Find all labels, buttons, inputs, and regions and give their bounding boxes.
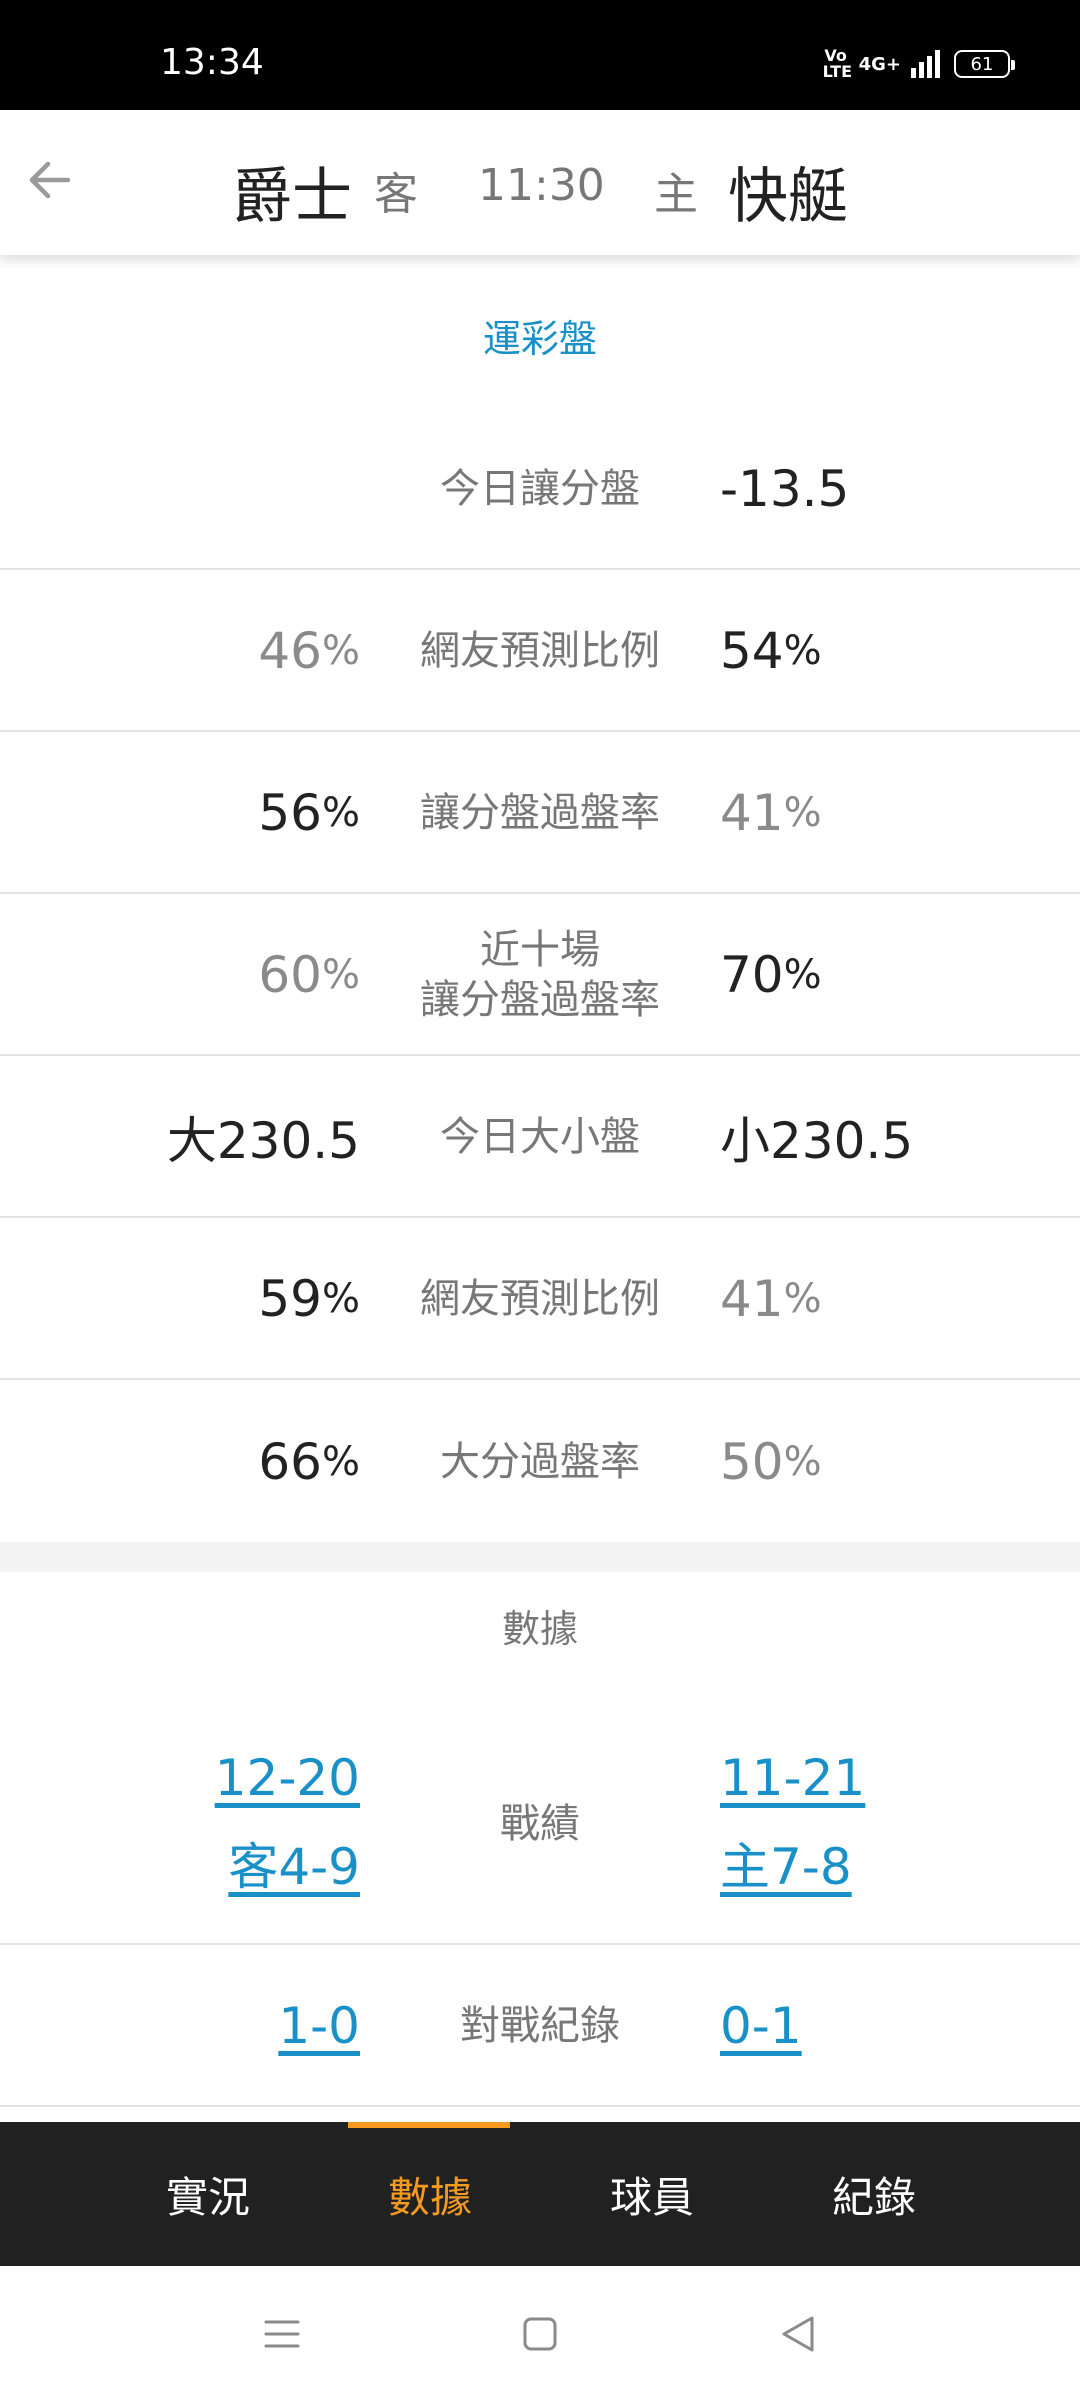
back-nav-button[interactable] (774, 2310, 822, 2358)
spread-label: 今日讓分盤 (440, 466, 640, 512)
spread-prediction-row: 46% 網友預測比例 54% (0, 572, 1080, 732)
match-header: 爵士 客 11:30 主 快艇 (0, 110, 1080, 255)
signal-icon (911, 50, 940, 78)
tab-data[interactable]: 數據 (350, 2122, 510, 2266)
active-tab-indicator (348, 2122, 510, 2128)
game-time: 11:30 (478, 160, 605, 211)
network-type-icon: 4G+ (858, 53, 901, 75)
away-team-name[interactable]: 爵士 (232, 148, 352, 235)
over-rate-label: 大分過盤率 (440, 1439, 640, 1485)
total-prediction-under: 41% (720, 1270, 822, 1328)
record-label: 戰績 (500, 1801, 580, 1847)
away-road-record-link[interactable]: 客4-9 (228, 1827, 360, 1899)
away-record-cell: 12-20 客4-9 (215, 1705, 360, 1943)
back-triangle-icon (782, 2316, 814, 2352)
home-record-link[interactable]: 11-21 (720, 1749, 865, 1807)
spread-prediction-home: 54% (720, 622, 822, 680)
spread-cover-home: 41% (720, 784, 822, 842)
home-h2h-cell: 0-1 (720, 1947, 802, 2105)
tab-records[interactable]: 紀錄 (794, 2122, 954, 2266)
status-icons: Vo LTE 4G+ 61 (822, 46, 1015, 81)
over-rate-home: 50% (720, 1433, 822, 1491)
back-arrow-icon (29, 161, 71, 199)
system-nav-bar (0, 2266, 1080, 2400)
over-rate-away: 66% (258, 1433, 360, 1491)
over-rate-row: 66% 大分過盤率 50% (0, 1382, 1080, 1542)
odds-section-title[interactable]: 運彩盤 (0, 308, 1080, 363)
tab-players[interactable]: 球員 (572, 2122, 732, 2266)
home-square-icon (523, 2317, 557, 2351)
spread-value: -13.5 (720, 460, 850, 518)
status-time: 13:34 (160, 42, 264, 83)
h2h-row: 1-0 對戰紀錄 0-1 (0, 1947, 1080, 2107)
last10-cover-label: 近十場 讓分盤過盤率 (390, 896, 690, 1054)
home-nav-button[interactable] (516, 2310, 564, 2358)
total-prediction-over: 59% (258, 1270, 360, 1328)
spread-cover-away: 56% (258, 784, 360, 842)
section-divider (0, 1542, 1080, 1572)
volte-icon: Vo LTE (822, 46, 852, 81)
last10-cover-home: 70% (720, 946, 822, 1004)
record-row: 12-20 客4-9 戰績 11-21 主7-8 (0, 1705, 1080, 1945)
total-prediction-label: 網友預測比例 (420, 1276, 660, 1322)
h2h-label: 對戰紀錄 (460, 2003, 620, 2049)
last10-label-line1: 近十場 (480, 927, 600, 973)
spread-prediction-away: 46% (258, 622, 360, 680)
tab-live[interactable]: 實況 (128, 2122, 288, 2266)
total-prediction-row: 59% 網友預測比例 41% (0, 1220, 1080, 1380)
data-section-title: 數據 (501, 1607, 578, 1651)
home-h2h-link[interactable]: 0-1 (720, 1997, 802, 2055)
home-record-cell: 11-21 主7-8 (720, 1705, 865, 1943)
spread-cover-row: 56% 讓分盤過盤率 41% (0, 734, 1080, 894)
status-bar: 13:34 Vo LTE 4G+ 61 (0, 0, 1080, 110)
away-h2h-cell: 1-0 (278, 1947, 360, 2105)
total-under: 小230.5 (720, 1112, 914, 1170)
bottom-tab-bar: 實況 數據 球員 紀錄 (0, 2122, 1080, 2266)
total-label: 今日大小盤 (440, 1114, 640, 1160)
last10-label-line2: 讓分盤過盤率 (420, 977, 660, 1023)
home-team-name[interactable]: 快艇 (728, 148, 848, 235)
away-label: 客 (374, 169, 418, 220)
home-label: 主 (654, 169, 698, 220)
home-home-record-link[interactable]: 主7-8 (720, 1827, 852, 1899)
away-record-link[interactable]: 12-20 (215, 1749, 360, 1807)
total-row: 大230.5 今日大小盤 小230.5 (0, 1058, 1080, 1218)
battery-icon: 61 (954, 50, 1015, 78)
menu-icon (264, 2320, 300, 2348)
away-h2h-link[interactable]: 1-0 (278, 1997, 360, 2055)
back-button[interactable] (22, 152, 78, 208)
total-over: 大230.5 (166, 1112, 360, 1170)
spread-cover-label: 讓分盤過盤率 (420, 790, 660, 836)
spread-prediction-label: 網友預測比例 (420, 628, 660, 674)
spread-row: 今日讓分盤 -13.5 (0, 410, 1080, 570)
menu-nav-button[interactable] (258, 2310, 306, 2358)
last10-cover-row: 60% 近十場 讓分盤過盤率 70% (0, 896, 1080, 1056)
last10-cover-away: 60% (258, 946, 360, 1004)
